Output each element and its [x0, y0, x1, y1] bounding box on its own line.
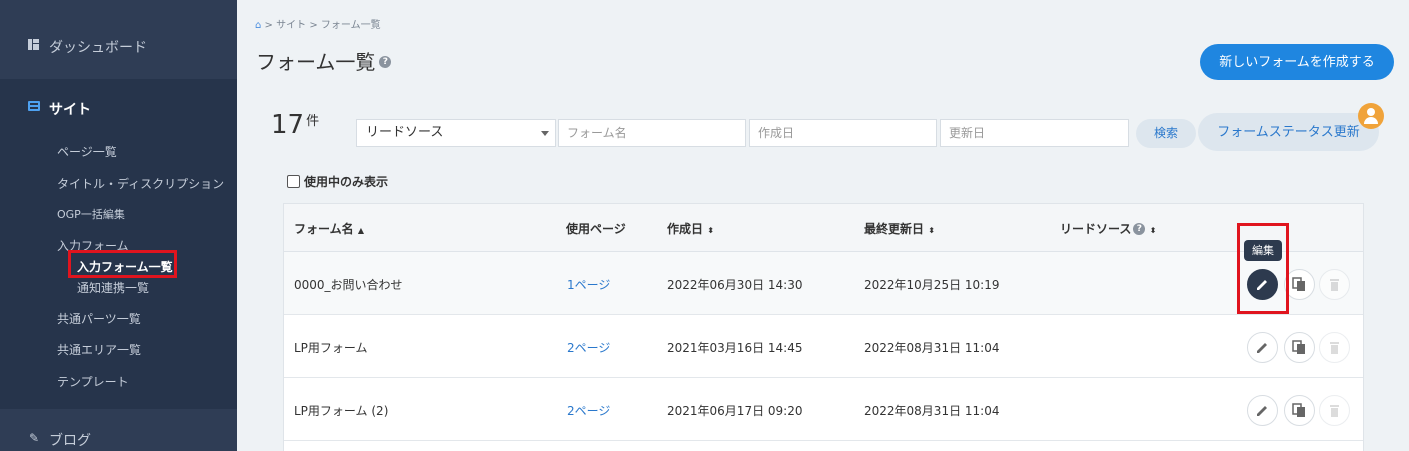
cell-updated: 2022年10月25日 10:19 [864, 278, 1000, 292]
copy-icon [1292, 403, 1305, 417]
cell-form-name[interactable]: 0000_お問い合わせ [294, 276, 403, 293]
sort-icon: ⬍ [1149, 226, 1157, 235]
sidebar-item-blog[interactable]: ✎ ブログ [0, 409, 237, 451]
page-title: フォーム一覧? [256, 46, 392, 75]
breadcrumb-separator: > [264, 20, 273, 31]
sort-icon: ⬍ [707, 226, 714, 235]
sidebar-item-title-description[interactable]: タイトル・ディスクリプション [57, 175, 224, 192]
checkbox-label: 使用中のみ表示 [304, 175, 389, 189]
cell-form-name[interactable]: LP用フォーム [294, 339, 368, 356]
created-date-input[interactable] [749, 119, 937, 147]
updated-date-input[interactable] [940, 119, 1129, 147]
table-row: LP用フォーム (2) 2ページ 2021年06月17日 09:20 2022年… [284, 378, 1363, 441]
sidebar-item-common-parts[interactable]: 共通パーツ一覧 [57, 310, 141, 327]
site-icon [28, 101, 40, 111]
header-form-name[interactable]: フォーム名 ▲ [294, 220, 364, 237]
cell-created: 2022年06月30日 14:30 [667, 278, 803, 292]
cell-created: 2021年06月17日 09:20 [667, 404, 803, 418]
breadcrumb: ⌂ > サイト > フォーム一覧 [255, 16, 381, 31]
sidebar-item-page-list[interactable]: ページ一覧 [57, 143, 117, 160]
result-count-unit: 件 [306, 114, 320, 129]
sort-icon: ⬍ [928, 226, 935, 235]
delete-button[interactable] [1319, 332, 1350, 363]
sidebar-item-template[interactable]: テンプレート [57, 373, 129, 390]
dashboard-icon [28, 39, 39, 50]
result-count: 17 件 [271, 110, 319, 140]
help-icon[interactable]: ? [1133, 222, 1146, 235]
sidebar-item-label: ダッシュボード [49, 40, 147, 56]
avatar-head-shape [1367, 108, 1375, 116]
header-lead-source[interactable]: リードソース? ⬍ [1060, 220, 1156, 237]
sidebar-item-ogp[interactable]: OGP一括編集 [57, 206, 125, 222]
copy-icon [1292, 340, 1305, 354]
chevron-down-icon [541, 131, 549, 136]
table-row: LP用フォーム 2ページ 2021年03月16日 14:45 2022年08月3… [284, 315, 1363, 378]
search-button[interactable]: 検索 [1136, 119, 1196, 148]
sidebar-item-common-area[interactable]: 共通エリア一覧 [57, 341, 141, 358]
edit-button[interactable] [1247, 332, 1278, 363]
breadcrumb-separator: > [309, 20, 318, 31]
delete-button[interactable] [1319, 269, 1350, 300]
trash-icon [1330, 279, 1339, 291]
table-header: フォーム名 ▲ 使用ページ 作成日 ⬍ 最終更新日 ⬍ リードソース? ⬍ [284, 204, 1363, 252]
user-avatar[interactable] [1358, 103, 1384, 129]
pencil-icon [1257, 406, 1267, 416]
form-name-input[interactable] [558, 119, 746, 147]
checkbox-box[interactable] [287, 175, 300, 188]
page-title-text: フォーム一覧 [256, 50, 376, 74]
table-row: 0000_お問い合わせ 1ページ 2022年06月30日 14:30 2022年… [284, 252, 1363, 315]
duplicate-button[interactable] [1284, 395, 1315, 426]
cell-updated: 2022年08月31日 11:04 [864, 341, 1000, 355]
forms-table: フォーム名 ▲ 使用ページ 作成日 ⬍ 最終更新日 ⬍ リードソース? ⬍ 00… [283, 203, 1364, 451]
help-icon[interactable]: ? [379, 55, 392, 68]
cell-used-pages-link[interactable]: 2ページ [567, 339, 610, 356]
only-in-use-checkbox[interactable]: 使用中のみ表示 [287, 173, 388, 190]
header-updated[interactable]: 最終更新日 ⬍ [864, 220, 935, 237]
sort-asc-icon: ▲ [357, 226, 364, 235]
edit-button[interactable] [1247, 395, 1278, 426]
highlight-box-edit [1237, 223, 1289, 314]
delete-button[interactable] [1319, 395, 1350, 426]
lead-source-select-value: リードソース [366, 125, 444, 140]
sidebar: ダッシュボード サイト ページ一覧 タイトル・ディスクリプション OGP一括編集… [0, 0, 237, 451]
home-icon[interactable]: ⌂ [255, 20, 261, 31]
breadcrumb-current: フォーム一覧 [320, 20, 381, 31]
duplicate-button[interactable] [1284, 332, 1315, 363]
new-form-button[interactable]: 新しいフォームを作成する [1200, 44, 1394, 80]
sidebar-item-label: ブログ [49, 433, 91, 449]
cell-updated: 2022年08月31日 11:04 [864, 404, 1000, 418]
header-used-page: 使用ページ [566, 222, 626, 236]
sidebar-item-notification-list[interactable]: 通知連携一覧 [77, 279, 149, 296]
highlight-box-sidebar [68, 250, 177, 278]
sidebar-item-site[interactable]: サイト [49, 99, 91, 119]
copy-icon [1292, 277, 1305, 291]
form-status-update-button[interactable]: フォームステータス更新 [1198, 113, 1379, 151]
header-created[interactable]: 作成日 ⬍ [667, 220, 714, 237]
trash-icon [1330, 342, 1339, 354]
cell-created: 2021年03月16日 14:45 [667, 341, 803, 355]
pencil-icon: ✎ [29, 431, 40, 445]
avatar-body-shape [1364, 117, 1378, 124]
breadcrumb-site[interactable]: サイト [276, 20, 306, 31]
pencil-icon [1257, 343, 1267, 353]
cell-form-name[interactable]: LP用フォーム (2) [294, 402, 388, 419]
cell-used-pages-link[interactable]: 2ページ [567, 402, 610, 419]
trash-icon [1330, 405, 1339, 417]
sidebar-item-dashboard[interactable]: ダッシュボード [0, 0, 237, 79]
result-count-number: 17 [271, 110, 305, 140]
lead-source-select[interactable]: リードソース [356, 119, 556, 147]
cell-used-pages-link[interactable]: 1ページ [567, 276, 610, 293]
